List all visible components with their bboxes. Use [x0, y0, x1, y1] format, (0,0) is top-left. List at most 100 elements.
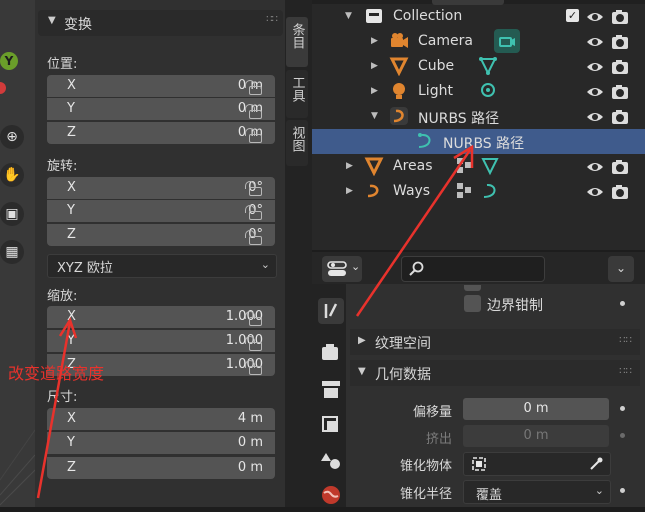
expand-right-icon[interactable]: ▶	[371, 86, 378, 96]
modifiers-icon[interactable]	[455, 156, 475, 176]
extrude-label: 挤出	[426, 432, 453, 447]
properties-search-input[interactable]	[401, 256, 545, 282]
outliner-item-label: Light	[418, 83, 453, 99]
visibility-eye-icon[interactable]	[586, 8, 604, 26]
outliner-item-label: NURBS 路径	[443, 136, 525, 152]
render-camera-icon[interactable]	[611, 158, 629, 176]
output-tab[interactable]	[318, 376, 344, 402]
outliner-row-nurbs-path-data[interactable]: NURBS 路径	[312, 129, 645, 154]
taper-object-field[interactable]	[463, 452, 611, 476]
location-x-field[interactable]: X 0 m	[47, 75, 275, 97]
clamp-checkbox[interactable]	[464, 295, 481, 312]
expand-down-icon[interactable]: ▼	[371, 111, 378, 121]
outliner-item-label: Areas	[393, 158, 433, 174]
dimensions-y-field[interactable]: Y 0 m	[47, 432, 275, 454]
scene-tab[interactable]	[318, 448, 344, 474]
location-z-field[interactable]: Z 0 m	[47, 122, 275, 144]
location-y-field[interactable]: Y 0 m	[47, 98, 275, 120]
expand-down-icon[interactable]: ▼	[345, 11, 352, 21]
checkbox-icon[interactable]: ✓	[566, 9, 579, 22]
curve-data-icon[interactable]	[480, 181, 500, 201]
tab-tool-label: 工具	[289, 76, 305, 102]
render-camera-icon[interactable]	[611, 33, 629, 51]
editor-type-button[interactable]: ⌄	[322, 256, 362, 282]
modifiers-icon[interactable]	[455, 181, 475, 201]
visibility-eye-icon[interactable]	[586, 108, 604, 126]
world-tab[interactable]	[318, 482, 344, 508]
dimensions-x-field[interactable]: X 4 m	[47, 408, 275, 430]
animate-dot-icon[interactable]	[620, 488, 625, 493]
tab-tool[interactable]: 工具	[286, 70, 308, 118]
axis-label: Y	[67, 435, 75, 450]
drag-handle-icon[interactable]: ∷∷	[266, 14, 278, 25]
lock-scale-y-icon[interactable]	[245, 336, 262, 351]
visibility-eye-icon[interactable]	[586, 183, 604, 201]
lock-rotation-z-icon[interactable]	[245, 230, 262, 245]
visibility-eye-icon[interactable]	[586, 33, 604, 51]
scale-y-field[interactable]: Y 1.000	[47, 330, 275, 352]
expand-right-icon[interactable]: ▶	[371, 61, 378, 71]
taper-radius-dropdown[interactable]: 覆盖 ⌄	[463, 480, 611, 504]
offset-field[interactable]: 0 m	[463, 398, 609, 420]
field-value: 4 m	[237, 411, 263, 426]
geometry-section[interactable]: ▼ 几何数据 ∷∷	[350, 360, 640, 386]
expand-right-icon[interactable]: ▶	[371, 36, 378, 46]
render-camera-icon[interactable]	[611, 108, 629, 126]
rotation-z-field[interactable]: Z 0°	[47, 224, 275, 246]
lock-location-z-icon[interactable]	[245, 128, 262, 143]
options-dropdown-button[interactable]: ⌄	[608, 256, 634, 282]
expand-right-icon[interactable]: ▶	[346, 161, 353, 171]
render-camera-icon[interactable]	[611, 8, 629, 26]
tool-tab[interactable]	[318, 298, 344, 324]
ortho-grid-icon[interactable]: ▦	[0, 240, 24, 264]
visibility-eye-icon[interactable]	[586, 158, 604, 176]
expand-right-icon[interactable]: ▶	[346, 186, 353, 196]
lock-rotation-x-icon[interactable]	[245, 181, 262, 196]
lock-location-y-icon[interactable]	[245, 104, 262, 119]
texture-space-section[interactable]: ▶ 纹理空间 ∷∷	[350, 329, 640, 355]
camera-data-icon[interactable]	[494, 29, 520, 53]
dimensions-z-field[interactable]: Z 0 m	[47, 457, 275, 479]
transform-section-header[interactable]: ▼ 变换 ∷∷	[38, 10, 283, 36]
rotation-y-field[interactable]: Y 0°	[47, 200, 275, 222]
pan-hand-icon[interactable]: ✋	[0, 163, 24, 187]
view-layer-tab[interactable]	[318, 412, 344, 438]
drag-handle-icon[interactable]: ∷∷	[619, 335, 632, 346]
tab-item[interactable]: 条目	[286, 17, 308, 67]
camera-view-icon[interactable]: ▣	[0, 202, 24, 226]
animate-dot-icon[interactable]	[620, 406, 625, 411]
mesh-data-icon[interactable]	[478, 56, 498, 76]
animate-dot-icon[interactable]	[620, 301, 625, 306]
gizmo-y-axis-icon[interactable]: Y	[0, 52, 18, 70]
render-camera-icon[interactable]	[611, 83, 629, 101]
lock-rotation-y-icon[interactable]	[245, 205, 262, 220]
lock-scale-z-icon[interactable]	[245, 360, 262, 375]
tab-view[interactable]: 视图	[286, 120, 308, 166]
zoom-icon[interactable]: ⊕	[0, 125, 24, 149]
visibility-eye-icon[interactable]	[586, 83, 604, 101]
light-data-icon[interactable]	[478, 81, 498, 101]
visibility-eye-icon[interactable]	[586, 58, 604, 76]
checkbox-partial[interactable]	[464, 285, 481, 291]
offset-label: 偏移量	[413, 405, 453, 420]
extrude-field[interactable]: 0 m	[463, 425, 609, 447]
mesh-object-icon	[389, 57, 409, 76]
taper-object-label: 锥化物体	[400, 459, 453, 474]
field-value: 0 m	[237, 460, 263, 475]
render-camera-icon[interactable]	[611, 58, 629, 76]
eyedropper-icon[interactable]	[588, 456, 604, 472]
viewport-3d[interactable]: Y ⊕ ✋ ▣ ▦	[0, 0, 35, 507]
drag-handle-icon[interactable]: ∷∷	[619, 366, 632, 377]
render-tab[interactable]	[318, 340, 344, 366]
mesh-data-icon[interactable]	[480, 156, 500, 176]
lock-location-x-icon[interactable]	[245, 80, 262, 95]
tab-view-label: 视图	[289, 126, 305, 152]
clamp-label: 边界钳制	[487, 298, 543, 314]
animate-dot-icon[interactable]	[620, 433, 625, 438]
axis-label: X	[67, 180, 76, 195]
rotation-x-field[interactable]: X 0°	[47, 177, 275, 199]
lock-scale-x-icon[interactable]	[245, 311, 262, 326]
render-camera-icon[interactable]	[611, 183, 629, 201]
rotation-mode-dropdown[interactable]: XYZ 欧拉 ⌄	[47, 254, 277, 278]
scale-x-field[interactable]: X 1.000	[47, 306, 275, 328]
